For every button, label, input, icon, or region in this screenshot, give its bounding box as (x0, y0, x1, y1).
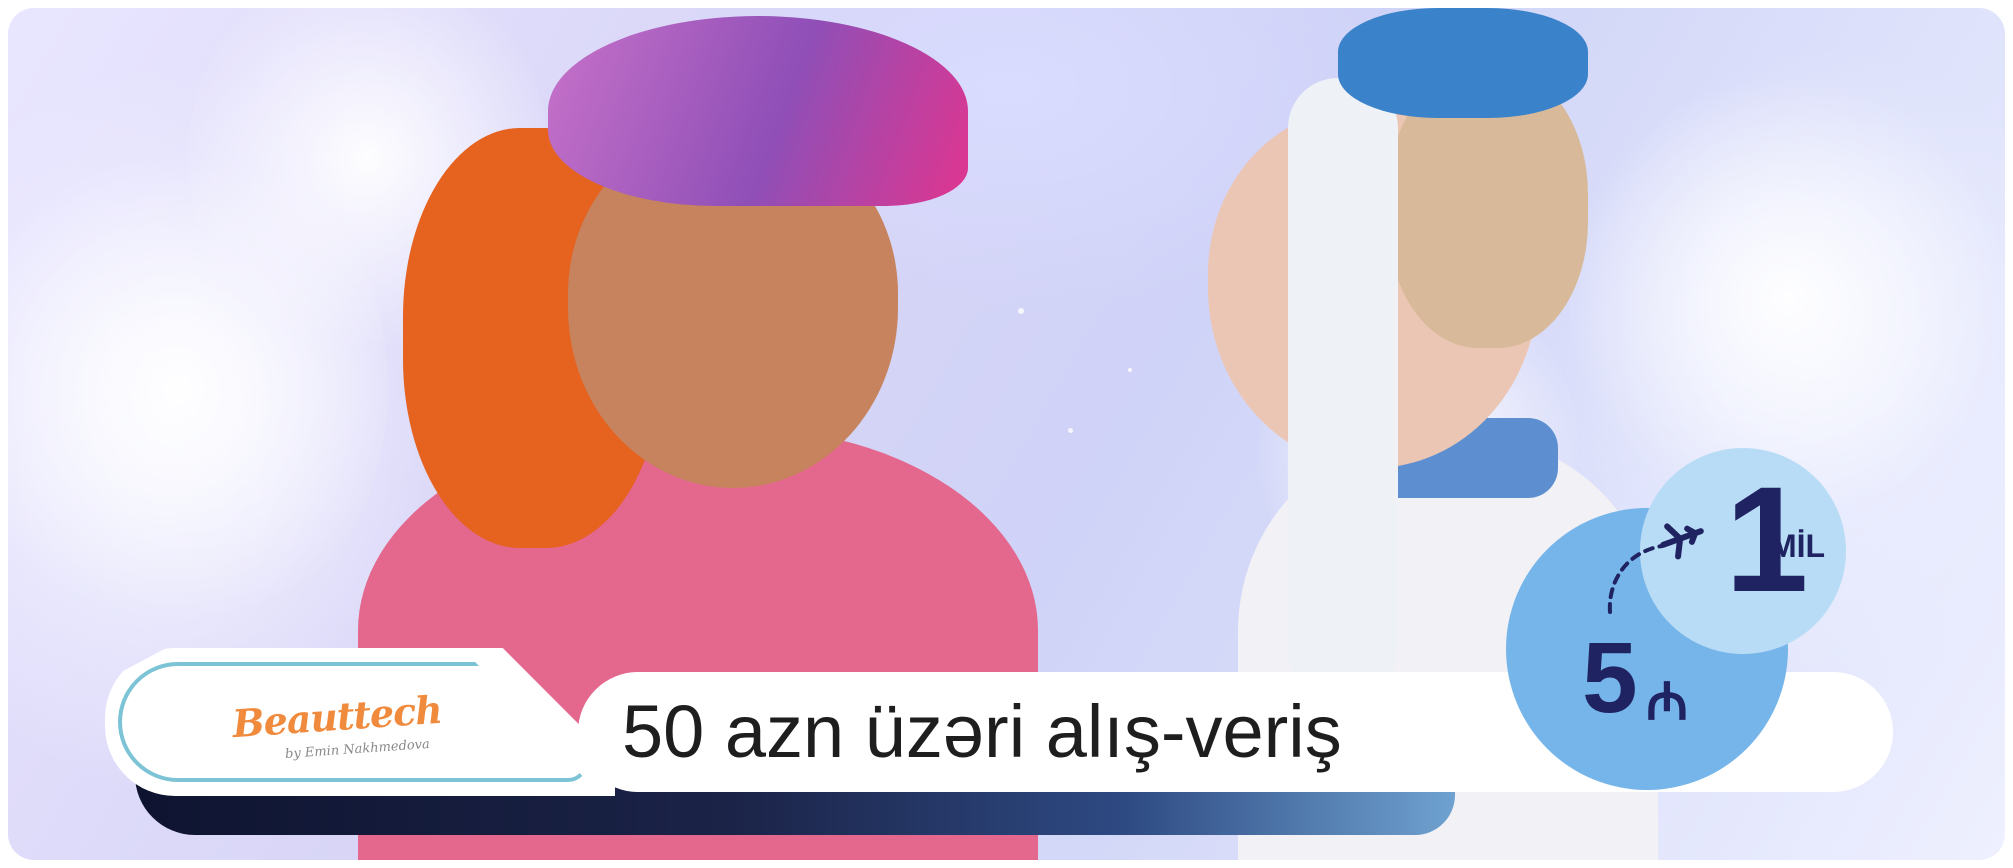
plane-icon (1607, 523, 1704, 614)
sparkle (1068, 428, 1073, 433)
sparkle (1128, 368, 1132, 372)
sparkle (1018, 308, 1024, 314)
reward-unit: MİL (1770, 528, 1826, 564)
currency-symbol: ₼ (1646, 672, 1689, 732)
promo-headline: 50 azn üzəri alış-veriş (622, 690, 1342, 773)
spend-amount: 5 (1582, 622, 1638, 734)
